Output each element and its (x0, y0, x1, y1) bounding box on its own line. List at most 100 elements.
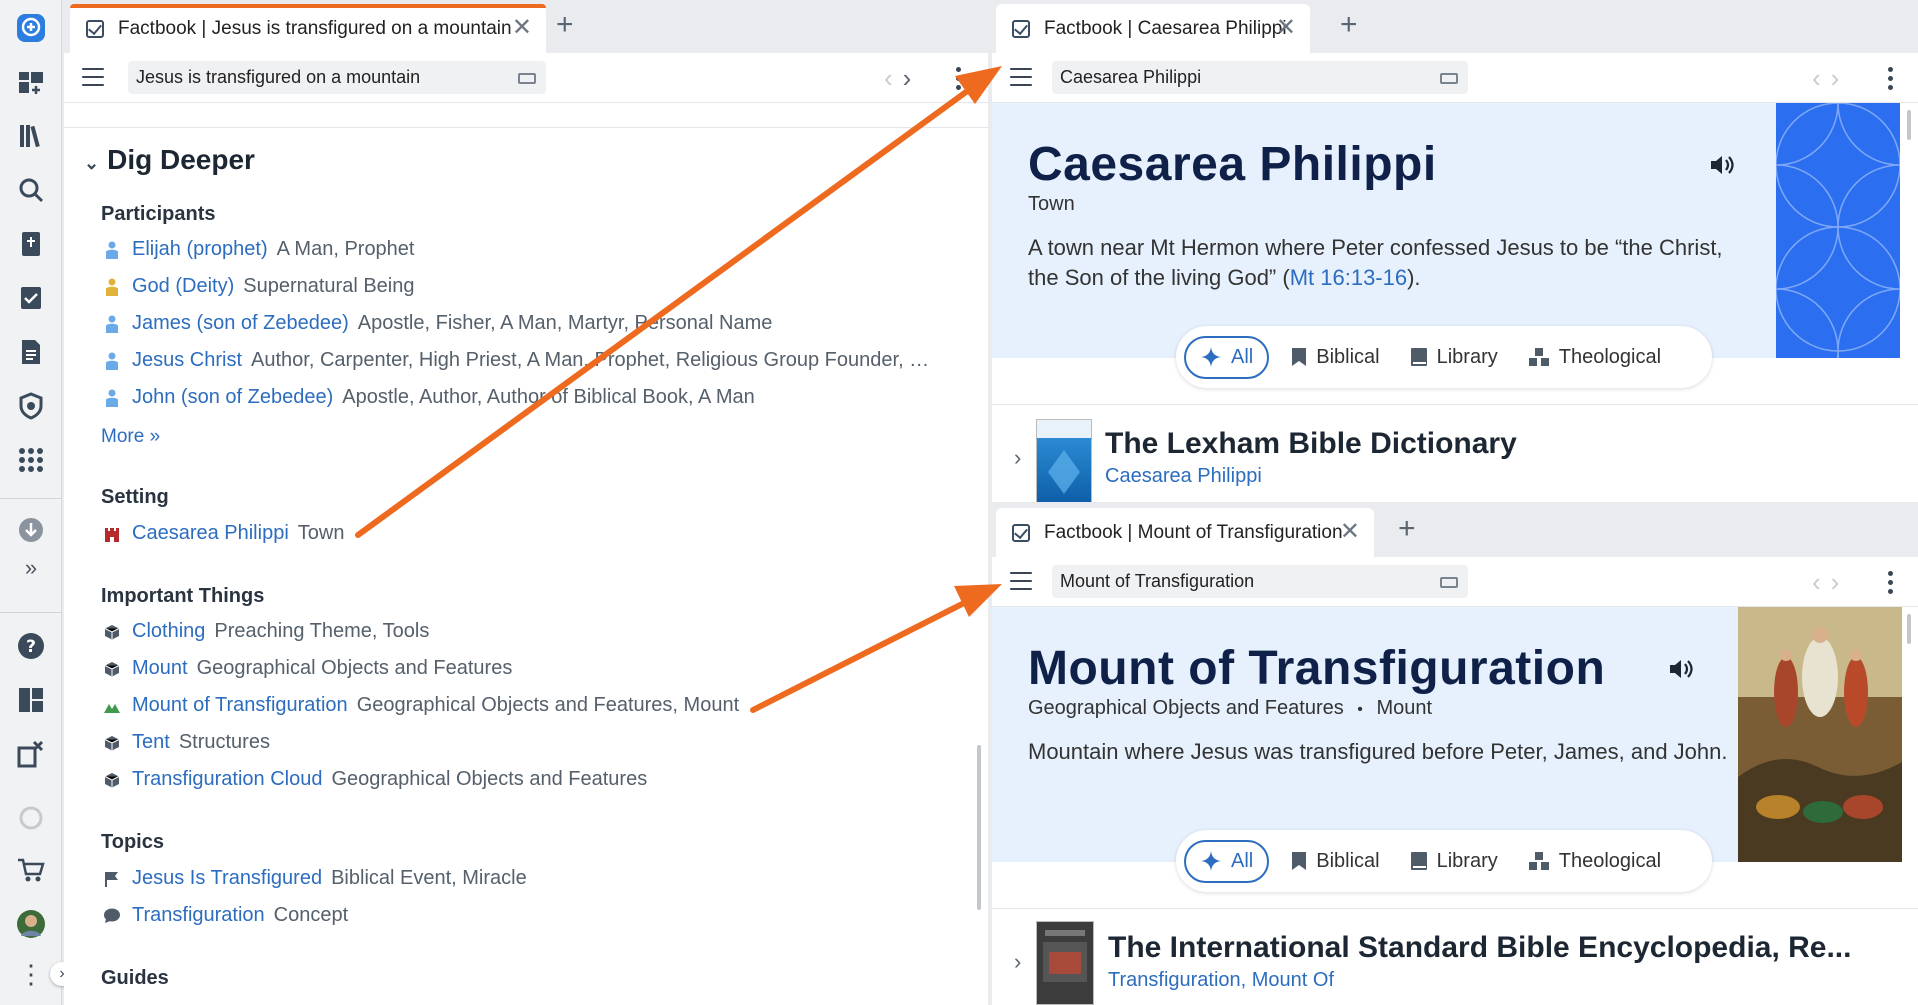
sync-icon[interactable] (13, 800, 49, 836)
download-icon[interactable] (13, 512, 49, 548)
history-nav[interactable]: ‹› (1812, 63, 1849, 94)
resource-result[interactable]: › The International Standard Bible Encyc… (992, 908, 1918, 1005)
filter-theological-button[interactable]: Theological (1528, 850, 1661, 873)
panel-menu-kebab-icon[interactable] (956, 67, 962, 94)
add-tab-icon[interactable]: + (556, 10, 574, 40)
close-icon[interactable]: ✕ (1276, 16, 1296, 40)
history-nav[interactable]: ‹› (884, 63, 921, 94)
add-tab-icon[interactable]: + (1340, 10, 1358, 40)
shield-icon[interactable] (13, 388, 49, 424)
cube-icon (104, 623, 120, 641)
reference-box[interactable]: Caesarea Philippi (1052, 61, 1468, 94)
person-icon (104, 315, 120, 333)
thing-link[interactable]: Transfiguration Cloud (132, 768, 322, 791)
participant-desc: Supernatural Being (243, 275, 415, 297)
thing-link[interactable]: Tent (132, 731, 170, 754)
thing-desc: Preaching Theme, Tools (214, 620, 430, 642)
participant-link[interactable]: John (son of Zebedee) (132, 386, 333, 409)
topic-link[interactable]: Transfiguration (132, 904, 265, 927)
resource-article-link[interactable]: Caesarea Philippi (1105, 465, 1262, 488)
close-icon[interactable]: ✕ (512, 16, 532, 40)
participant-link[interactable]: God (Deity) (132, 275, 234, 298)
resource-result[interactable]: › The Lexham Bible Dictionary Caesarea P… (992, 404, 1918, 502)
bible-icon[interactable] (13, 226, 49, 262)
scrollbar[interactable] (1907, 110, 1911, 140)
panel-menu-kebab-icon[interactable] (1888, 67, 1894, 94)
filter-biblical-button[interactable]: Biblical (1291, 850, 1380, 873)
apps-grid-icon[interactable] (13, 442, 49, 478)
panel-menu-icon[interactable] (82, 68, 104, 86)
filter-library-button[interactable]: Library (1410, 346, 1498, 369)
sparkle-icon (1201, 347, 1221, 367)
participant-link[interactable]: Jesus Christ (132, 349, 242, 372)
factbook-icon[interactable] (13, 280, 49, 316)
thing-desc: Structures (178, 731, 270, 753)
setting-link[interactable]: Caesarea Philippi (132, 522, 289, 545)
resource-title[interactable]: The Lexham Bible Dictionary (1105, 427, 1517, 461)
topic-link[interactable]: Jesus Is Transfigured (132, 867, 322, 890)
dashboard-add-icon[interactable] (13, 64, 49, 100)
bible-reference-link[interactable]: Mt 16:13-16 (1290, 265, 1407, 290)
filter-all-button[interactable]: All (1184, 335, 1270, 379)
keyboard-icon[interactable] (1440, 577, 1458, 588)
thing-link[interactable]: Mount of Transfiguration (132, 694, 348, 717)
chevron-right-icon[interactable]: › (1014, 949, 1021, 975)
speech-bubble-icon (104, 907, 120, 925)
participant-row: God (Deity) Supernatural Being (104, 275, 414, 298)
dig-deeper-heading[interactable]: ⌄ Dig Deeper (84, 144, 255, 176)
filter-biblical-button[interactable]: Biblical (1291, 346, 1380, 369)
library-icon[interactable] (13, 118, 49, 154)
filter-library-button[interactable]: Library (1410, 850, 1498, 873)
reference-box[interactable]: Mount of Transfiguration (1052, 565, 1468, 598)
panel-menu-kebab-icon[interactable] (1888, 571, 1894, 598)
expand-chevrons-icon[interactable]: » (13, 550, 49, 586)
panel-menu-icon[interactable] (1010, 572, 1032, 590)
panel-toolbar: Caesarea Philippi ‹› (992, 53, 1918, 103)
user-avatar[interactable] (13, 906, 49, 942)
thing-link[interactable]: Clothing (132, 620, 205, 643)
more-vertical-icon[interactable]: ⋮ (13, 956, 49, 992)
resource-article-link[interactable]: Transfiguration, Mount Of (1108, 969, 1334, 992)
chevron-right-icon[interactable]: › (1014, 445, 1021, 471)
filter-theological-button[interactable]: Theological (1528, 346, 1661, 369)
scrollbar[interactable] (1907, 614, 1911, 644)
participant-link[interactable]: James (son of Zebedee) (132, 312, 349, 335)
sparkle-icon (1201, 851, 1221, 871)
entity-type: Town (1028, 193, 1075, 215)
tab-title: Factbook | Caesarea Philippi (1044, 17, 1287, 39)
resource-title[interactable]: The International Standard Bible Encyclo… (1108, 931, 1851, 965)
cart-icon[interactable] (13, 852, 49, 888)
filter-all-button[interactable]: All (1184, 839, 1270, 883)
tab-bar: Factbook | Jesus is transfigured on a mo… (64, 0, 988, 53)
mount-panel: Factbook | Mount of Transfiguration ✕ + … (992, 504, 1918, 1005)
transfiguration-painting (1738, 607, 1902, 862)
speaker-icon[interactable] (1669, 658, 1695, 680)
add-tab-icon[interactable]: + (1398, 514, 1416, 544)
tab-factbook-event[interactable]: Factbook | Jesus is transfigured on a mo… (70, 4, 546, 53)
help-icon[interactable]: ? (13, 628, 49, 664)
factbook-header: Mount of Transfiguration Geographical Ob… (992, 607, 1738, 862)
logos-home-icon[interactable] (13, 10, 49, 46)
close-panels-icon[interactable] (13, 736, 49, 772)
tab-factbook-caesarea[interactable]: Factbook | Caesarea Philippi ✕ (996, 4, 1310, 53)
entity-description: A town near Mt Hermon where Peter confes… (1028, 235, 1723, 290)
page-title: Caesarea Philippi (1028, 138, 1437, 191)
participant-link[interactable]: Elijah (prophet) (132, 238, 268, 261)
keyboard-icon[interactable] (1440, 73, 1458, 84)
svg-text:?: ? (26, 637, 36, 657)
history-nav[interactable]: ‹› (1812, 567, 1849, 598)
reference-box[interactable]: Jesus is transfigured on a mountain (128, 61, 546, 94)
bookmark-icon (1292, 852, 1307, 870)
thing-link[interactable]: Mount (132, 657, 188, 680)
more-participants-link[interactable]: More » (101, 426, 160, 448)
close-icon[interactable]: ✕ (1340, 520, 1360, 544)
scrollbar[interactable] (977, 745, 981, 910)
search-icon[interactable] (13, 172, 49, 208)
page-title: Mount of Transfiguration (1028, 642, 1606, 695)
document-icon[interactable] (13, 334, 49, 370)
panel-menu-icon[interactable] (1010, 68, 1032, 86)
keyboard-icon[interactable] (518, 73, 536, 84)
layouts-icon[interactable] (13, 682, 49, 718)
tab-factbook-mount[interactable]: Factbook | Mount of Transfiguration ✕ (996, 508, 1374, 557)
speaker-icon[interactable] (1710, 154, 1736, 176)
